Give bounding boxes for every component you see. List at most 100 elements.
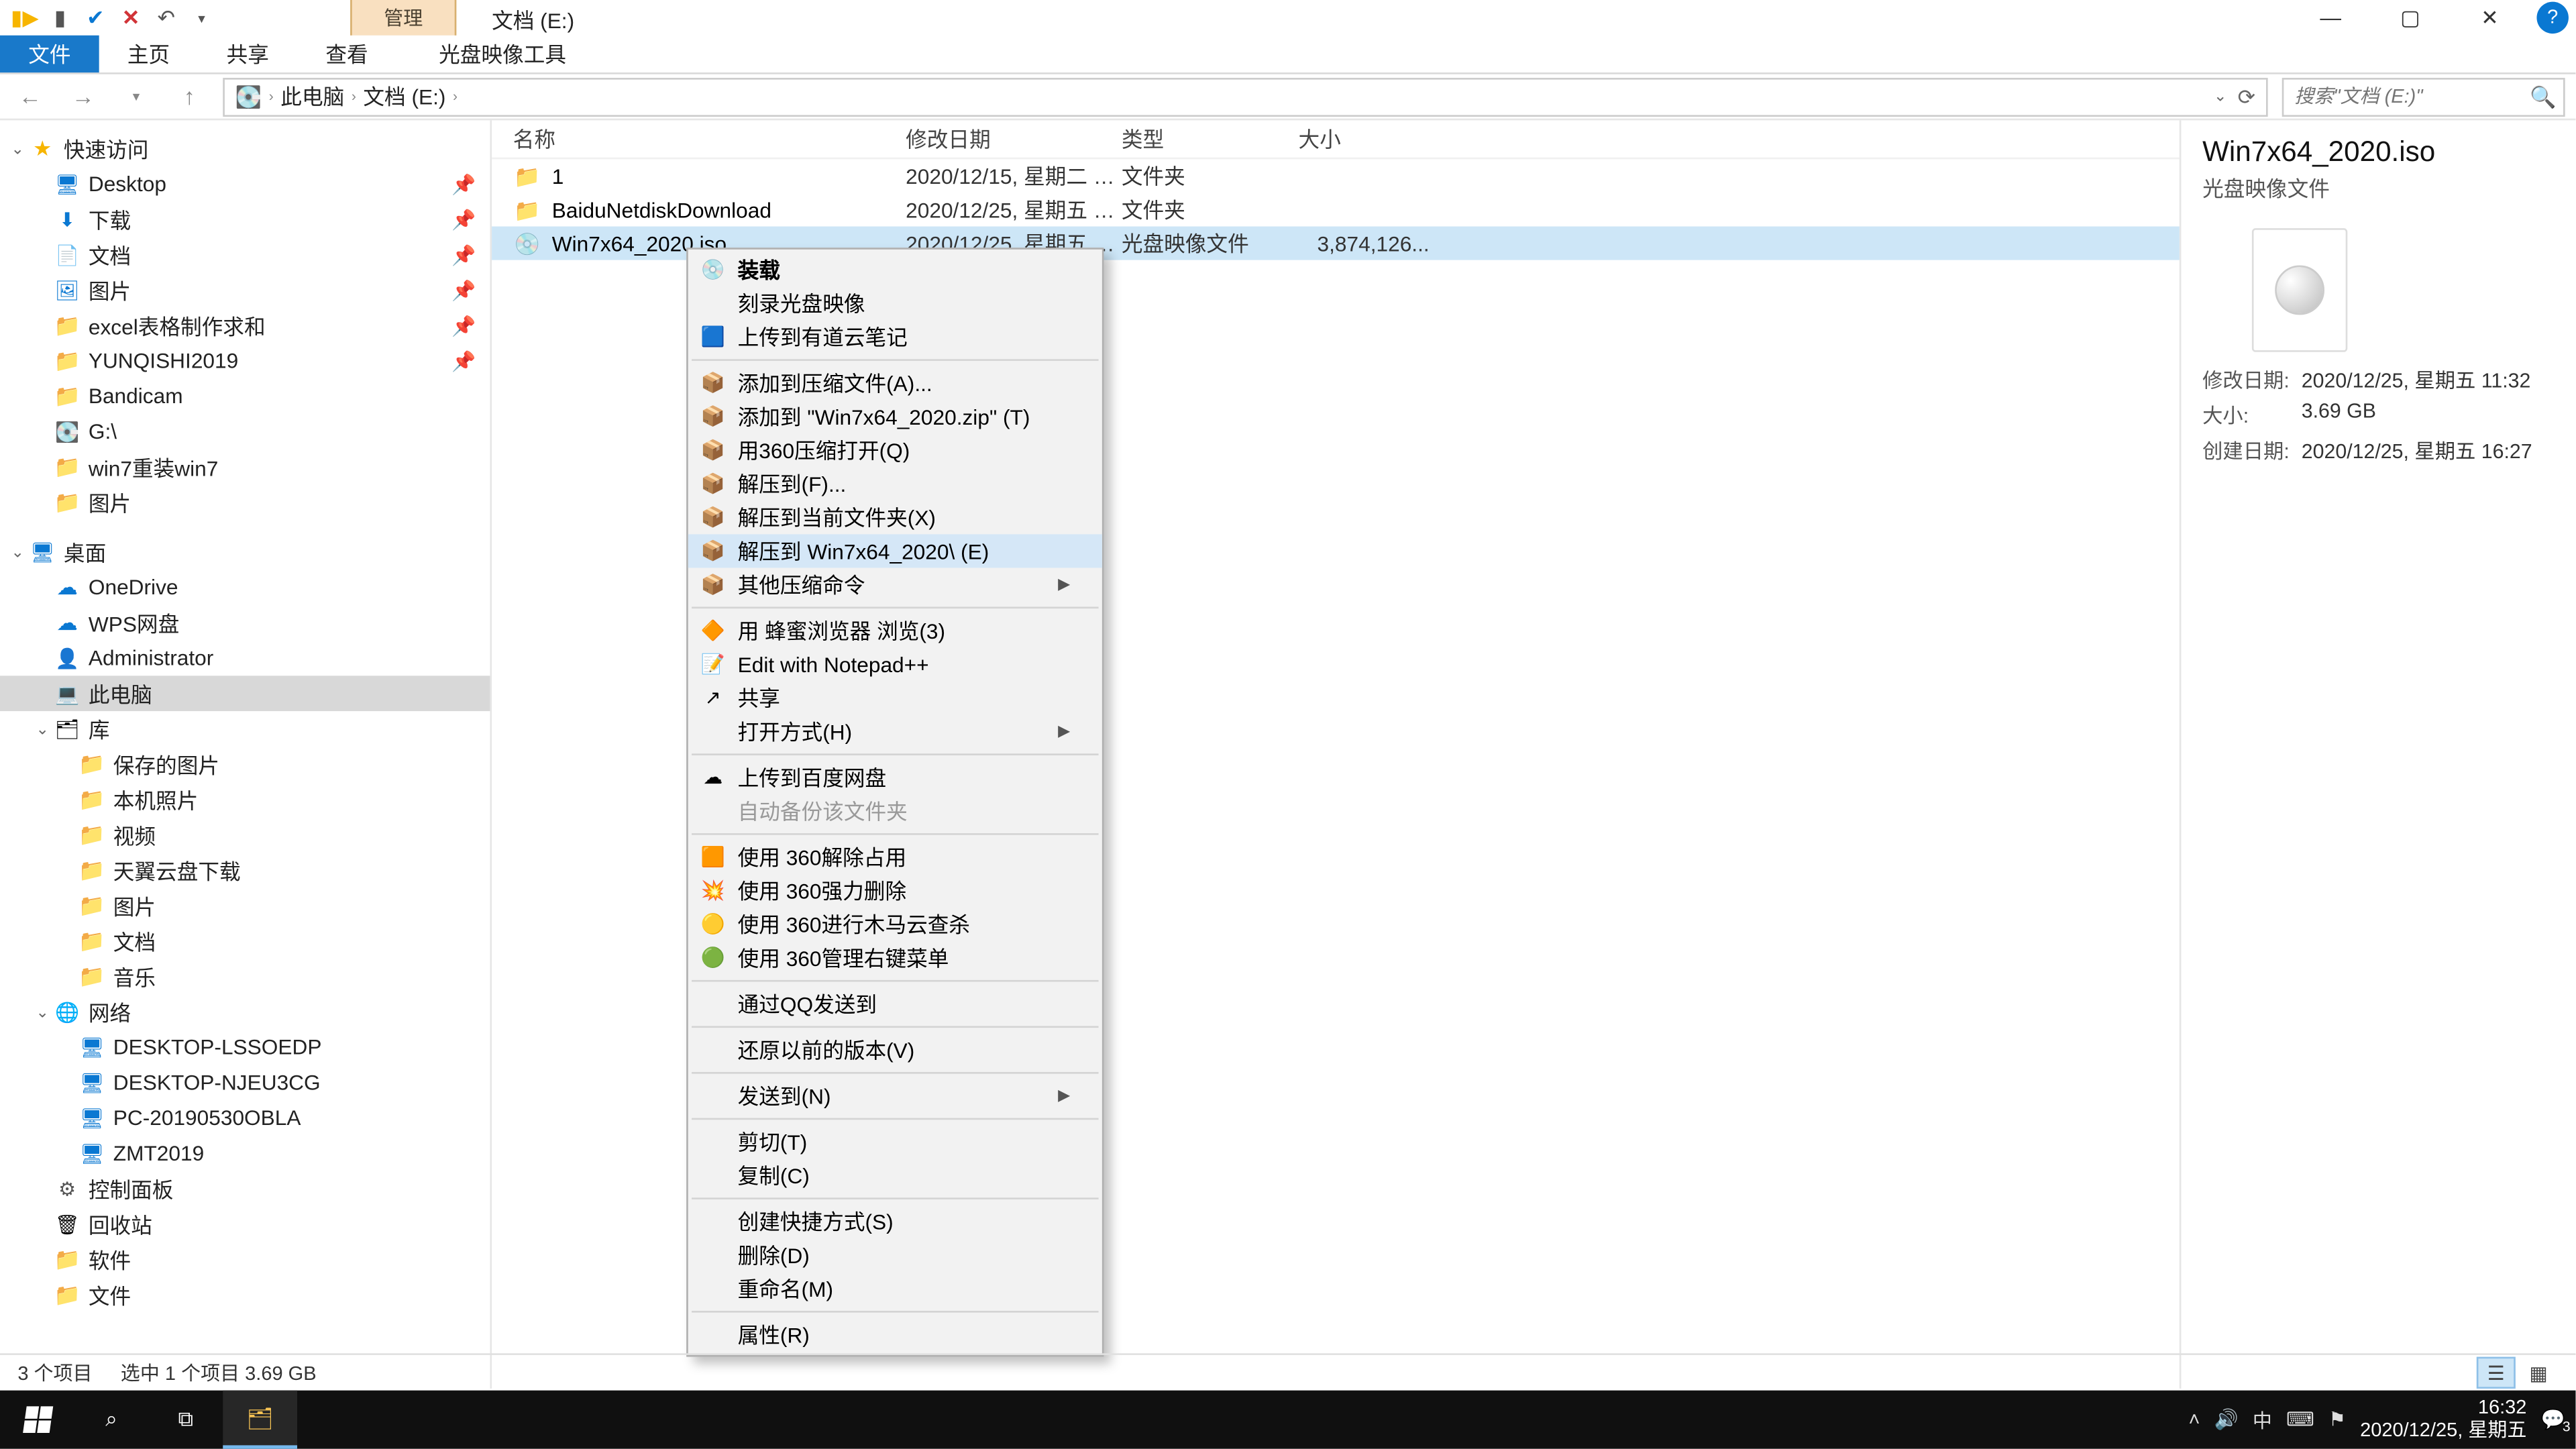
tree-item[interactable]: ›DESKTOP-NJEU3CG <box>0 1065 490 1100</box>
task-view-button[interactable]: ⧉ <box>149 1391 223 1449</box>
search-icon[interactable]: 🔍 <box>2530 84 2556 109</box>
view-details-button[interactable]: ☰ <box>2477 1357 2516 1389</box>
tree-item[interactable]: ›音乐 <box>0 959 490 994</box>
tree-item[interactable]: ›win7重装win7 <box>0 449 490 485</box>
explorer-task-button[interactable]: 🗂 <box>223 1391 297 1449</box>
tree-item[interactable]: ›DESKTOP-LSSOEDP <box>0 1030 490 1065</box>
breadcrumb-item[interactable]: 文档 (E:)› <box>363 81 458 111</box>
dropdown-icon[interactable]: ▾ <box>188 3 216 32</box>
tree-item[interactable]: ›软件 <box>0 1242 490 1277</box>
tree-item[interactable]: ›视频 <box>0 817 490 853</box>
taskbar-clock[interactable]: 16:32 2020/12/25, 星期五 <box>2360 1397 2526 1443</box>
breadcrumb-item[interactable]: 此电脑› <box>280 81 356 111</box>
forward-button[interactable]: → <box>64 77 103 116</box>
tree-item[interactable]: ›PC-20190530OBLA <box>0 1100 490 1136</box>
back-button[interactable]: ← <box>11 77 50 116</box>
context-menu-item[interactable]: 打开方式(H)▶ <box>688 714 1102 748</box>
ribbon-tab-disc-tools[interactable]: 光盘映像工具 <box>411 36 594 72</box>
ribbon-tab-view[interactable]: 查看 <box>297 36 396 72</box>
navigation-tree[interactable]: ⌄快速访问›Desktop📌›下载📌›文档📌›图片📌›excel表格制作求和📌›… <box>0 120 492 1389</box>
context-menu-item[interactable]: 剪切(T) <box>688 1125 1102 1159</box>
tree-item[interactable]: ›本机照片 <box>0 782 490 818</box>
tray-chevron-icon[interactable]: ˄ <box>2189 1409 2200 1430</box>
context-menu-item[interactable]: 重命名(M) <box>688 1272 1102 1305</box>
view-icons-button[interactable]: ▦ <box>2519 1357 2558 1389</box>
tree-item[interactable]: ›控制面板 <box>0 1171 490 1207</box>
context-menu-item[interactable]: 💥使用 360强力删除 <box>688 874 1102 908</box>
tree-item[interactable]: ›回收站 <box>0 1206 490 1242</box>
recent-locations-button[interactable]: ▾ <box>117 77 156 116</box>
tree-item[interactable]: ›YUNQISHI2019📌 <box>0 343 490 379</box>
column-header-name[interactable]: 名称 <box>513 124 906 154</box>
ime-indicator[interactable]: 中 <box>2253 1405 2272 1434</box>
tree-item[interactable]: ⌄桌面 <box>0 534 490 570</box>
tree-item[interactable]: ⌄库 <box>0 711 490 747</box>
tree-item[interactable]: ›OneDrive <box>0 570 490 605</box>
tree-item[interactable]: ›Desktop📌 <box>0 166 490 202</box>
tree-item[interactable]: ›图片 <box>0 888 490 924</box>
chevron-down-icon[interactable]: ⌄ <box>32 719 53 739</box>
volume-icon[interactable]: 🔊 <box>2214 1408 2239 1431</box>
refresh-icon[interactable]: ⟳ <box>2238 84 2256 109</box>
ime-options-icon[interactable]: ⌨ <box>2286 1408 2314 1431</box>
cancel-red-icon[interactable]: ✕ <box>117 3 145 32</box>
context-menu-item[interactable]: 💿装载 <box>688 253 1102 286</box>
context-menu-item[interactable]: 删除(D) <box>688 1238 1102 1272</box>
context-menu-item[interactable]: 📦添加到 "Win7x64_2020.zip" (T) <box>688 400 1102 433</box>
start-button[interactable] <box>0 1391 74 1449</box>
up-button[interactable]: ↑ <box>170 77 209 116</box>
tree-item[interactable]: ›文件 <box>0 1277 490 1313</box>
contextual-tab-manage[interactable]: 管理 <box>350 0 456 36</box>
context-menu-item[interactable]: ☁上传到百度网盘 <box>688 761 1102 794</box>
breadcrumb-root-icon[interactable]: 💽› <box>235 84 274 109</box>
context-menu-item[interactable]: 📦解压到当前文件夹(X) <box>688 500 1102 534</box>
security-tray-icon[interactable]: ⚑ <box>2328 1408 2346 1431</box>
ribbon-tab-share[interactable]: 共享 <box>198 36 297 72</box>
context-menu-item[interactable]: 复制(C) <box>688 1159 1102 1192</box>
tree-item[interactable]: ›天翼云盘下载 <box>0 853 490 888</box>
tree-item[interactable]: ⌄网络 <box>0 994 490 1030</box>
context-menu-item[interactable]: 🔶用 蜂蜜浏览器 浏览(3) <box>688 614 1102 647</box>
minimize-button[interactable]: — <box>2291 0 2371 36</box>
tree-item[interactable]: ›Bandicam <box>0 378 490 414</box>
file-row[interactable]: 12020/12/15, 星期二 1...文件夹 <box>492 159 2180 193</box>
context-menu-item[interactable]: 📝Edit with Notepad++ <box>688 647 1102 681</box>
help-button[interactable]: ? <box>2530 0 2576 36</box>
context-menu-item[interactable]: 🟦上传到有道云笔记 <box>688 320 1102 354</box>
system-tray[interactable]: ˄ 🔊 中 ⌨ ⚑ 16:32 2020/12/25, 星期五 💬3 <box>2189 1391 2576 1449</box>
search-box[interactable]: 🔍 <box>2282 77 2565 116</box>
undo-icon[interactable]: ↶ <box>152 3 180 32</box>
context-menu-item[interactable]: 📦解压到 Win7x64_2020\ (E) <box>688 534 1102 568</box>
folder-icon[interactable]: ▮▶ <box>11 3 39 32</box>
context-menu-item[interactable]: 📦用360压缩打开(Q) <box>688 433 1102 467</box>
context-menu-item[interactable]: 📦解压到(F)... <box>688 467 1102 500</box>
chevron-down-icon[interactable]: ⌄ <box>32 1002 53 1022</box>
context-menu-item[interactable]: 📦添加到压缩文件(A)... <box>688 366 1102 400</box>
chevron-down-icon[interactable]: ⌄ <box>7 139 29 158</box>
tree-item[interactable]: ›文档 <box>0 924 490 959</box>
chevron-down-icon[interactable]: ⌄ <box>7 542 29 561</box>
ribbon-tab-home[interactable]: 主页 <box>99 36 199 72</box>
tree-item[interactable]: ›excel表格制作求和📌 <box>0 308 490 343</box>
tree-item[interactable]: ›图片📌 <box>0 272 490 308</box>
check-icon[interactable]: ✔ <box>81 3 109 32</box>
tree-item[interactable]: ›Administrator <box>0 641 490 676</box>
context-menu-item[interactable]: 属性(R) <box>688 1318 1102 1352</box>
context-menu-item[interactable]: 🟡使用 360进行木马云查杀 <box>688 908 1102 941</box>
context-menu-item[interactable]: 创建快捷方式(S) <box>688 1205 1102 1238</box>
tree-item[interactable]: ›图片 <box>0 485 490 521</box>
tree-item[interactable]: ›WPS网盘 <box>0 605 490 641</box>
chevron-down-icon[interactable]: ⌄ <box>2214 87 2227 106</box>
action-center-icon[interactable]: 💬3 <box>2541 1408 2565 1431</box>
address-bar[interactable]: 💽› 此电脑› 文档 (E:)› ⌄ ⟳ <box>223 77 2267 116</box>
column-header-size[interactable]: 大小 <box>1299 124 1440 154</box>
column-header-type[interactable]: 类型 <box>1122 124 1299 154</box>
tree-item[interactable]: ›文档📌 <box>0 237 490 272</box>
column-headers[interactable]: 名称 修改日期 类型 大小 <box>492 120 2180 159</box>
context-menu-item[interactable]: 发送到(N)▶ <box>688 1079 1102 1113</box>
context-menu-item[interactable]: 🟧使用 360解除占用 <box>688 841 1102 874</box>
search-task-button[interactable]: ⌕ <box>74 1391 149 1449</box>
context-menu-item[interactable]: ↗共享 <box>688 681 1102 714</box>
context-menu-item[interactable]: 📦其他压缩命令▶ <box>688 568 1102 601</box>
context-menu-item[interactable]: 还原以前的版本(V) <box>688 1033 1102 1067</box>
